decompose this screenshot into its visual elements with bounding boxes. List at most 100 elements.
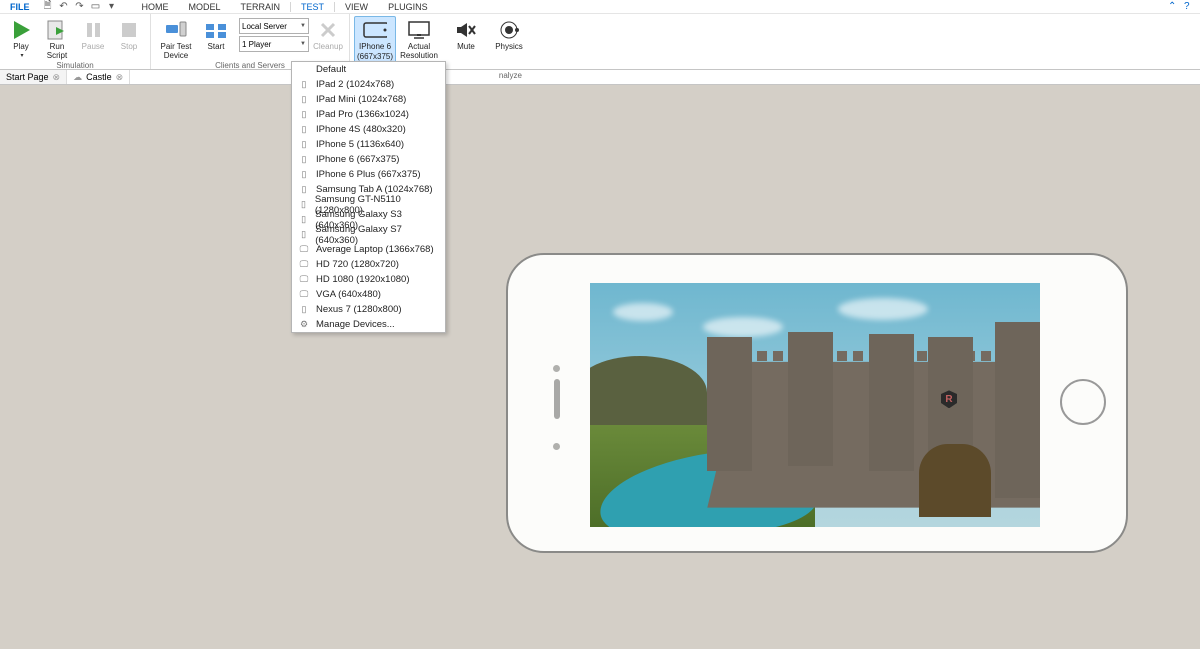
mute-icon (454, 18, 478, 42)
tab-test[interactable]: TEST (290, 2, 335, 12)
phone-speaker (554, 379, 560, 419)
tablet-icon: ▯ (298, 80, 310, 90)
tablet-icon: ▯ (298, 185, 310, 195)
stop-icon (117, 18, 141, 42)
collapse-ribbon-icon[interactable]: ⌃ (1168, 1, 1180, 13)
actual-resolution-label: Actual Resolution (400, 43, 438, 61)
phone-icon: ▯ (298, 125, 310, 135)
device-item-iphone5[interactable]: ▯IPhone 5 (1136x640) (292, 137, 445, 152)
physics-icon (497, 18, 521, 42)
close-tab-icon[interactable]: ⊗ (116, 72, 124, 83)
chevron-down-icon: ▼ (300, 41, 306, 47)
monitor-icon: 🖵 (298, 260, 310, 270)
device-item-label: VGA (640x480) (316, 289, 381, 300)
device-item-ipad-pro[interactable]: ▯ IPad Pro (1366x1024) (292, 107, 445, 122)
gear-icon: ⚙ (298, 320, 310, 330)
run-script-button[interactable]: Run Script (40, 16, 74, 61)
phone-landscape-icon (363, 18, 387, 42)
play-icon (9, 18, 33, 42)
phone-camera-dot (553, 365, 560, 372)
pair-test-icon (164, 18, 188, 42)
device-item-vga[interactable]: 🖵VGA (640x480) (292, 287, 445, 302)
device-item-label: IPad Pro (1366x1024) (316, 109, 409, 120)
device-item-default[interactable]: ▭Default (292, 62, 445, 77)
scene-tower (707, 337, 752, 471)
cloud-icon: ☁ (73, 72, 82, 83)
monitor-icon: 🖵 (298, 275, 310, 285)
monitor-icon: 🖵 (298, 245, 310, 255)
scene-cloud (703, 317, 783, 337)
device-item-manage[interactable]: ⚙ Manage Devices... (292, 317, 445, 332)
menubar: FILE 🗎 ↶ ↷ ▭ ▾ HOME MODEL TERRAIN TEST V… (0, 0, 1200, 14)
doctab-label: Start Page (6, 72, 49, 82)
device-selector-label-top: IPhone 6 (359, 43, 391, 52)
tab-home[interactable]: HOME (132, 2, 179, 12)
device-item-hd1080[interactable]: 🖵 HD 1080 (1920x1080) (292, 272, 445, 287)
play-label: Play (13, 43, 29, 52)
device-dropdown-menu: ▭Default ▯IPad 2 (1024x768) ▯IPad Mini (… (291, 61, 446, 333)
device-item-ipad-mini[interactable]: ▯IPad Mini (1024x768) (292, 92, 445, 107)
doctab-label: Castle (86, 72, 112, 82)
ribbon: Play ▾ Run Script Pause Stop Simulation … (0, 14, 1200, 70)
device-item-label: HD 720 (1280x720) (316, 259, 399, 270)
menubar-right: ⌃ ? (1168, 1, 1196, 13)
ribbon-tabs: HOME MODEL TERRAIN TEST VIEW PLUGINS (132, 2, 438, 12)
help-icon[interactable]: ? (1184, 1, 1196, 13)
phone-home-button (1060, 379, 1106, 425)
pause-label: Pause (82, 43, 105, 52)
pair-test-label: Pair Test Device (161, 43, 192, 61)
scene-cloud (613, 303, 673, 321)
qat-redo-icon[interactable]: ↷ (74, 1, 86, 13)
physics-button[interactable]: Physics (492, 16, 526, 52)
doctab-start-page[interactable]: Start Page ⊗ (0, 70, 67, 84)
play-dropdown-icon[interactable]: ▾ (20, 52, 23, 59)
players-combo[interactable]: 1 Player▼ (239, 36, 309, 52)
cleanup-icon (316, 18, 340, 42)
doctab-castle[interactable]: ☁ Castle ⊗ (67, 70, 130, 84)
tab-terrain[interactable]: TERRAIN (231, 2, 291, 12)
device-item-label: HD 1080 (1920x1080) (316, 274, 409, 285)
device-item-ipad2[interactable]: ▯IPad 2 (1024x768) (292, 77, 445, 92)
device-item-hd720[interactable]: 🖵 HD 720 (1280x720) (292, 257, 445, 272)
server-combo[interactable]: Local Server▼ (239, 18, 309, 34)
tablet-icon: ▯ (298, 95, 310, 105)
device-item-iphone6plus[interactable]: ▯IPhone 6 Plus (667x375) (292, 167, 445, 182)
phone-icon: ▯ (298, 170, 310, 180)
device-item-samsung-s7[interactable]: ▯Samsung Galaxy S7 (640x360) (292, 227, 445, 242)
close-tab-icon[interactable]: ⊗ (53, 72, 61, 83)
qat-select-icon[interactable]: ▭ (90, 1, 102, 13)
device-item-iphone6[interactable]: ▯IPhone 6 (667x375) (292, 152, 445, 167)
file-menu[interactable]: FILE (2, 2, 38, 12)
device-item-label: Manage Devices... (316, 319, 395, 330)
phone-icon: ▯ (298, 215, 309, 225)
scene-tower (869, 334, 914, 471)
actual-resolution-button[interactable]: Actual Resolution ▾ (398, 16, 440, 68)
group-simulation-label: Simulation (4, 61, 146, 71)
device-item-label: IPhone 6 (667x375) (316, 154, 399, 165)
qat-more-icon[interactable]: ▾ (106, 1, 118, 13)
phone-icon: ▯ (298, 230, 309, 240)
mute-label: Mute (457, 43, 475, 52)
scene-cloud (838, 298, 928, 320)
qat-undo-icon[interactable]: ↶ (58, 1, 70, 13)
tab-view[interactable]: VIEW (335, 2, 378, 12)
cleanup-label: Cleanup (313, 43, 343, 52)
chevron-down-icon: ▼ (300, 23, 306, 29)
device-item-label: Samsung Galaxy S7 (640x360) (315, 224, 439, 246)
qat-new-icon[interactable]: 🗎 (42, 1, 54, 13)
document-tabs: Start Page ⊗ ☁ Castle ⊗ (0, 70, 1200, 85)
scene-tower (995, 322, 1040, 498)
start-button[interactable]: Start (199, 16, 233, 52)
tab-model[interactable]: MODEL (179, 2, 231, 12)
phone-sensor-dot (553, 443, 560, 450)
tab-plugins[interactable]: PLUGINS (378, 2, 438, 12)
start-label: Start (208, 43, 225, 52)
tablet-icon: ▯ (298, 200, 309, 210)
play-button[interactable]: Play ▾ (4, 16, 38, 59)
tablet-icon: ▯ (298, 110, 310, 120)
device-item-nexus7[interactable]: ▯Nexus 7 (1280x800) (292, 302, 445, 317)
game-viewport[interactable]: R (590, 283, 1040, 527)
mute-button[interactable]: Mute (449, 16, 483, 52)
device-item-iphone4s[interactable]: ▯IPhone 4S (480x320) (292, 122, 445, 137)
pair-test-device-button[interactable]: Pair Test Device (155, 16, 197, 61)
